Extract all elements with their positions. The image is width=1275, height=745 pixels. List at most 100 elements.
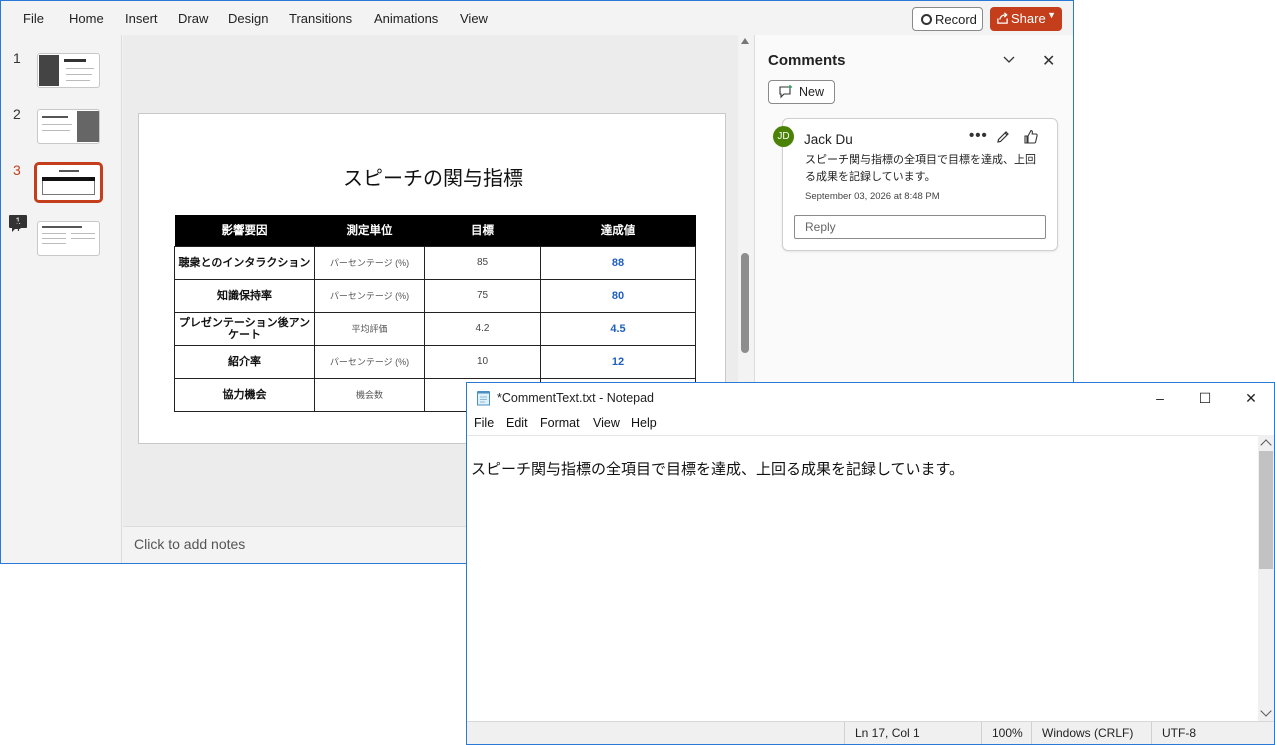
chevron-down-icon[interactable]	[1002, 53, 1016, 67]
status-zoom: 100%	[981, 722, 1033, 744]
more-options-icon[interactable]: •••	[969, 127, 988, 144]
status-line-ending: Windows (CRLF)	[1031, 722, 1153, 744]
thumb-line	[71, 238, 95, 239]
menu-edit[interactable]: Edit	[506, 416, 528, 430]
scroll-up-icon[interactable]	[1260, 439, 1272, 451]
notepad-scrollbar[interactable]	[1258, 435, 1274, 721]
thumbs-up-icon[interactable]	[1023, 129, 1039, 145]
thumb-line	[66, 80, 90, 81]
slide-thumbnail-4[interactable]	[37, 221, 100, 256]
slide-thumbnail-pane: 1 2 3 1 4	[1, 35, 122, 563]
close-icon[interactable]: ✕	[1042, 51, 1055, 71]
table-cell-factor: 聴衆とのインタラクション	[174, 245, 315, 280]
comments-title: Comments	[768, 52, 846, 69]
table-cell-target: 4.2	[424, 311, 541, 346]
table-cell-target: 10	[424, 344, 541, 379]
new-comment-label: New	[799, 85, 825, 99]
table-row: 知識保持率 パーセンテージ (%) 75 80	[174, 278, 696, 313]
tab-home[interactable]: Home	[69, 11, 104, 26]
tab-design[interactable]: Design	[228, 11, 268, 26]
table-cell-target: 85	[424, 245, 541, 280]
maximize-icon[interactable]: ☐	[1182, 386, 1228, 410]
thumb-line	[42, 116, 68, 118]
menu-file[interactable]: File	[474, 416, 494, 430]
thumb-table	[42, 181, 95, 195]
tab-transitions[interactable]: Transitions	[289, 11, 352, 26]
comment-date: September 03, 2026 at 8:48 PM	[805, 191, 940, 202]
notepad-titlebar[interactable]: *CommentText.txt - Notepad – ☐ ✕	[467, 383, 1274, 413]
minimize-icon[interactable]: –	[1137, 386, 1183, 410]
table-cell-actual: 80	[540, 278, 696, 313]
table-cell-unit: 機会数	[314, 377, 425, 412]
table-header: 目標	[424, 215, 541, 246]
slide-thumbnail-1[interactable]	[37, 53, 100, 88]
new-comment-button[interactable]: New	[768, 80, 835, 104]
slide-thumbnail-3[interactable]	[34, 162, 103, 203]
scroll-down-icon[interactable]	[1260, 705, 1272, 717]
slide-thumbnail-2[interactable]	[37, 109, 100, 144]
avatar: JD	[773, 126, 794, 147]
share-button[interactable]: Share ▼	[990, 7, 1062, 31]
table-cell-factor: 協力機会	[174, 377, 315, 412]
notepad-content: スピーチ関与指標の全項目で目標を達成、上回る成果を記録しています。	[471, 461, 965, 478]
tab-file[interactable]: File	[23, 11, 44, 26]
status-encoding: UTF-8	[1151, 722, 1274, 744]
tab-insert[interactable]: Insert	[125, 11, 158, 26]
record-icon	[921, 14, 932, 25]
thumb-line	[59, 170, 79, 172]
notepad-window: *CommentText.txt - Notepad – ☐ ✕ File Ed…	[466, 382, 1275, 745]
notepad-menubar: File Edit Format View Help	[467, 413, 1274, 435]
table-cell-factor: 知識保持率	[174, 278, 315, 313]
comment-card[interactable]: JD Jack Du ••• スピーチ関与指標の全項目で目標を達成、上回る成果を…	[773, 118, 1058, 251]
scroll-up-icon[interactable]	[741, 38, 749, 44]
record-button[interactable]: Record	[912, 7, 983, 31]
tab-draw[interactable]: Draw	[178, 11, 208, 26]
thumb-line	[42, 238, 66, 239]
notepad-icon	[477, 391, 490, 406]
new-comment-icon	[779, 85, 792, 99]
menu-help[interactable]: Help	[631, 416, 657, 430]
share-label: Share	[1011, 11, 1046, 26]
thumb-line	[66, 68, 94, 69]
thumb-photo	[39, 55, 59, 86]
table-row: 紹介率 パーセンテージ (%) 10 12	[174, 344, 696, 379]
table-cell-actual: 88	[540, 245, 696, 280]
table-cell-factor: プレゼンテーション後アンケート	[174, 311, 315, 346]
chevron-down-icon[interactable]: ▼	[1047, 10, 1056, 20]
table-header: 測定単位	[314, 215, 425, 246]
menu-view[interactable]: View	[593, 416, 620, 430]
slide-number: 4	[13, 218, 21, 234]
status-position: Ln 17, Col 1	[844, 722, 986, 744]
table-cell-target: 75	[424, 278, 541, 313]
slide-number: 2	[13, 106, 21, 122]
tab-view[interactable]: View	[460, 11, 488, 26]
notepad-title: *CommentText.txt - Notepad	[497, 391, 655, 405]
comment-author: Jack Du	[804, 132, 853, 147]
thumb-line	[42, 233, 66, 234]
reply-input[interactable]: Reply	[794, 215, 1046, 239]
menu-format[interactable]: Format	[540, 416, 580, 430]
slide-title[interactable]: スピーチの関与指標	[139, 162, 727, 191]
thumb-line	[71, 233, 95, 234]
thumb-photo	[77, 111, 99, 142]
table-header: 影響要因	[174, 215, 315, 246]
ribbon-tabs: File Home Insert Draw Design Transitions…	[1, 1, 1073, 35]
notepad-text-area[interactable]: スピーチ関与指標の全項目で目標を達成、上回る成果を記録しています。	[467, 435, 1258, 721]
thumb-line	[42, 130, 70, 131]
table-cell-actual: 12	[540, 344, 696, 379]
thumb-line	[42, 226, 82, 228]
thumb-line	[42, 243, 66, 244]
share-icon	[997, 12, 1008, 24]
record-label: Record	[935, 12, 977, 27]
table-row: 聴衆とのインタラクション パーセンテージ (%) 85 88	[174, 245, 696, 280]
tab-animations[interactable]: Animations	[374, 11, 438, 26]
scrollbar-thumb[interactable]	[1259, 451, 1273, 569]
edit-pencil-icon[interactable]	[995, 129, 1011, 145]
close-icon[interactable]: ✕	[1228, 386, 1274, 410]
scrollbar-thumb[interactable]	[741, 253, 749, 353]
table-header: 達成値	[540, 215, 696, 246]
slide-number: 1	[13, 50, 21, 66]
table-cell-unit: パーセンテージ (%)	[314, 344, 425, 379]
table-cell-unit: パーセンテージ (%)	[314, 245, 425, 280]
notepad-statusbar: Ln 17, Col 1 100% Windows (CRLF) UTF-8	[467, 721, 1274, 744]
